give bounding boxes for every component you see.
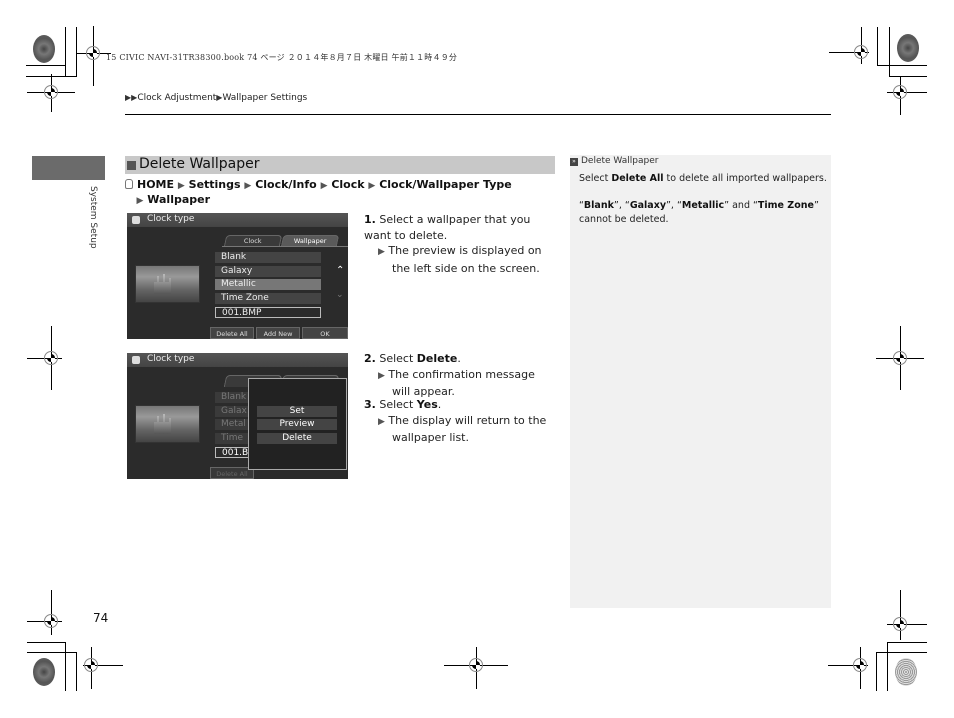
path-arrow-icon: ▶: [320, 181, 328, 191]
wallpaper-preview: [135, 265, 200, 303]
list-item[interactable]: Galaxy: [215, 266, 321, 277]
page-number: 74: [93, 611, 109, 625]
popup-delete-button[interactable]: Delete: [257, 433, 337, 444]
castle-image: [154, 274, 171, 294]
path-arrow-icon: ▶: [177, 181, 185, 191]
tab-underline: [222, 246, 348, 247]
ok-button[interactable]: OK: [302, 327, 348, 339]
note-keyword: Blank: [583, 200, 614, 211]
crop-mark: [76, 652, 77, 691]
popup-set-button[interactable]: Set: [257, 406, 337, 417]
path-item: HOME: [137, 178, 175, 191]
step-result: The preview is displayed on the left sid…: [388, 244, 542, 275]
list-item[interactable]: Time Zone: [215, 293, 321, 304]
screen-titlebar: Clock type: [127, 353, 348, 367]
popup-preview-button[interactable]: Preview: [257, 419, 337, 430]
path-item: Settings: [188, 178, 241, 191]
note-paragraph: “Blank”, “Galaxy”, “Metallic” and “Time …: [579, 200, 819, 225]
crop-mark: [889, 27, 890, 76]
list-item[interactable]: 001.BMP: [215, 307, 321, 318]
home-button-icon: [125, 179, 133, 189]
crop-mark: [876, 652, 927, 653]
note-keyword: Delete All: [611, 173, 664, 184]
result-arrow-icon: ▶: [378, 370, 385, 381]
settings-gear-icon: [132, 356, 140, 364]
header-rule: [125, 114, 831, 115]
step-2: 2. Select Delete. ▶ The confirmation mes…: [364, 352, 535, 399]
wallpaper-preview: [135, 405, 200, 443]
screen-title: Clock type: [147, 354, 195, 364]
path-item: Clock/Info: [255, 178, 317, 191]
crop-mark: [887, 642, 888, 691]
double-arrow-icon: »: [570, 158, 578, 166]
path-item: Clock: [331, 178, 365, 191]
breadcrumb-item[interactable]: Clock Adjustment: [137, 93, 216, 103]
step-1: 1. Select a wallpaper that you want to d…: [364, 212, 556, 276]
scroll-up-icon[interactable]: ⌃: [336, 265, 344, 276]
scroll-down-icon[interactable]: ⌄: [336, 290, 344, 300]
square-bullet-icon: [127, 161, 136, 170]
chapter-tab: [32, 156, 105, 180]
side-note: » Delete Wallpaper Select Delete All to d…: [570, 155, 831, 608]
section-heading: Delete Wallpaper: [125, 156, 555, 174]
crop-mark: [76, 27, 77, 76]
breadcrumb: ▶▶Clock Adjustment▶Wallpaper Settings: [125, 93, 307, 103]
screen-titlebar: Clock type: [127, 213, 348, 227]
castle-image: [154, 414, 171, 434]
screen-wallpaper-options: Clock type Cl Blank Galax Metal Time 001…: [127, 353, 348, 479]
section-title: Delete Wallpaper: [139, 156, 260, 172]
crop-mark: [877, 65, 927, 66]
registration-dial-icon: [895, 658, 917, 686]
crop-mark: [887, 642, 927, 643]
note-keyword: Metallic: [681, 200, 725, 211]
crop-mark: [27, 642, 65, 643]
step-number: 3.: [364, 398, 376, 411]
step-number: 1.: [364, 213, 376, 226]
chapter-label: System Setup: [88, 186, 98, 249]
screen-title: Clock type: [147, 214, 195, 224]
result-arrow-icon: ▶: [378, 416, 385, 427]
screen-wallpaper-list: Clock type Clock Wallpaper Blank Galaxy …: [127, 213, 348, 339]
crop-mark: [26, 65, 66, 66]
step-keyword: Yes: [416, 398, 438, 411]
path-arrow-icon: ▶: [136, 196, 144, 206]
path-item: Clock/Wallpaper Type: [379, 178, 512, 191]
options-popup: Set Preview Delete: [248, 378, 347, 470]
result-arrow-icon: ▶: [378, 247, 385, 257]
step-result: The display will return to the wallpaper…: [388, 413, 547, 445]
step-number: 2.: [364, 352, 376, 365]
registration-dial-icon: [33, 35, 55, 63]
step-3: 3. Select Yes. ▶ The display will return…: [364, 398, 547, 445]
step-text: Select a wallpaper that you want to dele…: [364, 213, 531, 242]
crop-mark: [65, 27, 66, 76]
note-keyword: Galaxy: [629, 200, 667, 211]
note-heading: » Delete Wallpaper: [570, 156, 658, 166]
registration-dial-icon: [897, 34, 919, 62]
crop-mark: [27, 652, 77, 653]
delete-all-button[interactable]: Delete All: [210, 327, 254, 339]
crop-mark: [876, 652, 877, 691]
step-keyword: Delete: [416, 352, 458, 365]
path-item: Wallpaper: [147, 193, 211, 206]
breadcrumb-item[interactable]: Wallpaper Settings: [222, 93, 307, 103]
step-result: The confirmation message will appear.: [388, 367, 535, 399]
path-arrow-icon: ▶: [244, 181, 252, 191]
crop-mark: [889, 76, 927, 77]
note-paragraph: Select Delete All to delete all imported…: [579, 173, 827, 184]
list-item[interactable]: Blank: [215, 252, 321, 263]
navigation-path: HOME ▶ Settings ▶ Clock/Info ▶ Clock ▶ C…: [125, 178, 545, 208]
print-header: 15 CIVIC NAVI-31TR38300.book 74 ページ ２０１４…: [106, 53, 458, 62]
crop-mark: [65, 642, 66, 691]
path-arrow-icon: ▶: [368, 181, 376, 191]
registration-dial-icon: [33, 658, 55, 686]
note-keyword: Time Zone: [757, 200, 814, 211]
crop-mark: [877, 27, 878, 66]
add-new-button[interactable]: Add New: [256, 327, 300, 339]
breadcrumb-arrows-icon: ▶▶: [125, 93, 138, 102]
settings-gear-icon: [132, 216, 140, 224]
list-item-selected[interactable]: Metallic: [215, 279, 321, 290]
